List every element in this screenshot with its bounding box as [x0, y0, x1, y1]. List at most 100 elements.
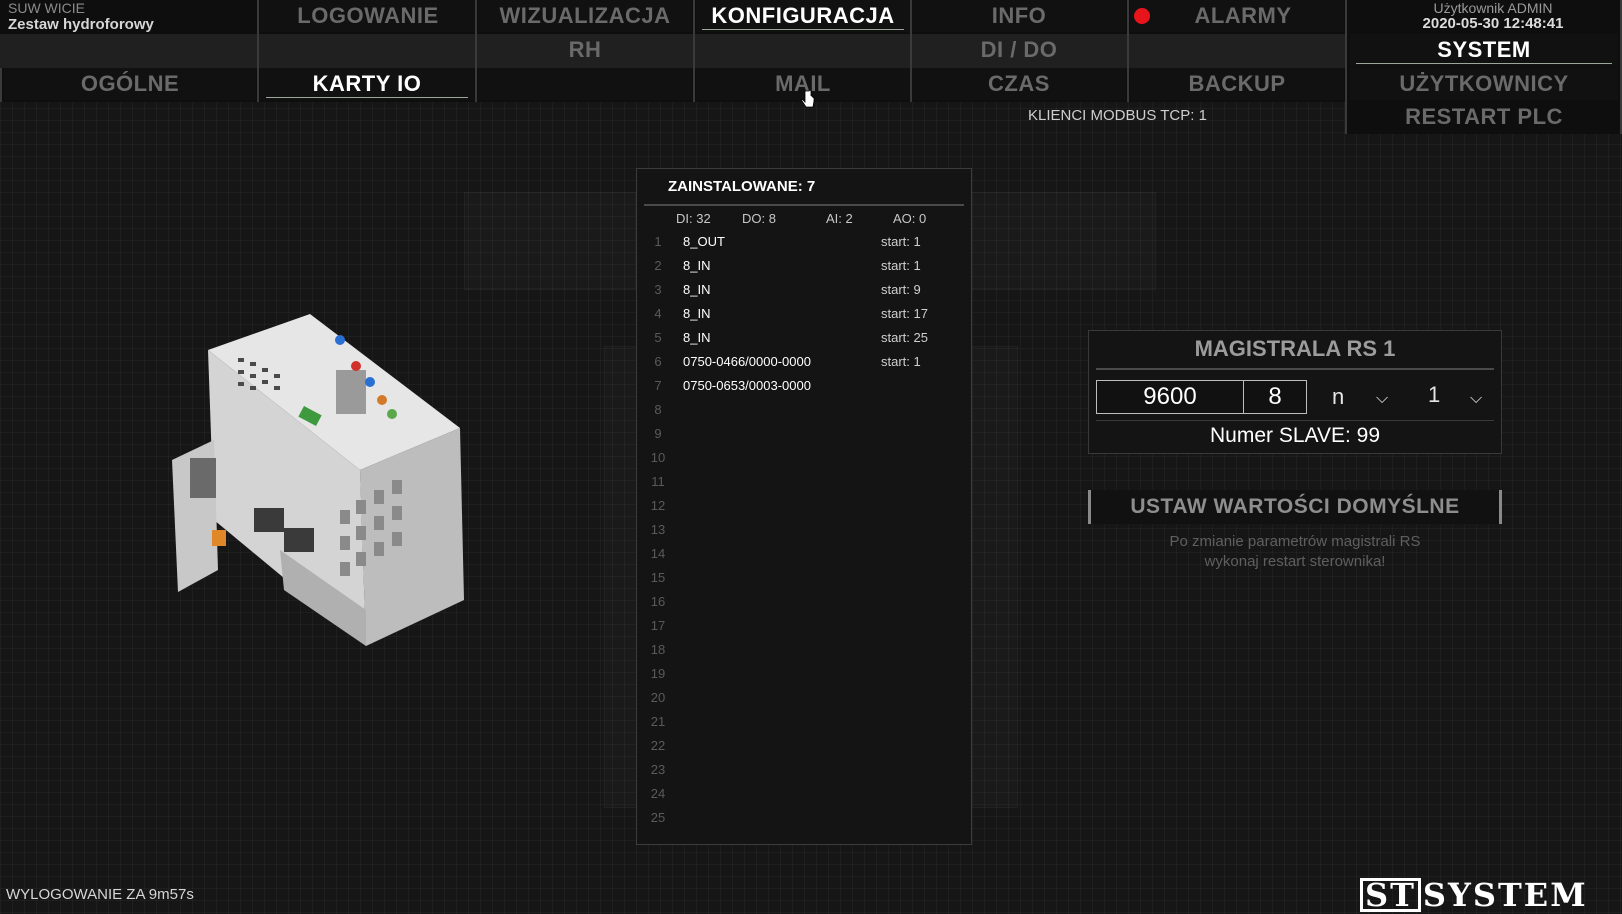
io-card-row: 7 0750-0653/0003-0000	[644, 378, 964, 402]
io-card-row: 6 0750-0466/0000-0000 start: 1	[644, 354, 964, 378]
io-card-index: 1	[654, 234, 662, 249]
divider	[644, 204, 964, 206]
io-card-row: 16	[644, 594, 964, 618]
divider	[1096, 368, 1494, 370]
io-card-row: 18	[644, 642, 964, 666]
baud-rate-field[interactable]: 9600	[1096, 380, 1244, 414]
hand-cursor-icon	[801, 90, 815, 108]
io-card-index: 2	[654, 258, 662, 273]
io-card-row: 19	[644, 666, 964, 690]
io-card-index: 21	[650, 714, 666, 729]
nav-wizualizacja[interactable]: WIZUALIZACJA	[478, 0, 692, 32]
io-card-index: 16	[650, 594, 666, 609]
io-card-name: 8_IN	[683, 258, 711, 273]
restart-note: Po zmianie parametrów magistrali RS wyko…	[1088, 532, 1502, 572]
io-card-start: start: 1	[881, 354, 921, 369]
set-defaults-button[interactable]: USTAW WARTOŚCI DOMYŚLNE	[1088, 490, 1502, 524]
io-card-index: 18	[650, 642, 666, 657]
io-card-row: 2 8_IN start: 1	[644, 258, 964, 282]
rs-bus-title: MAGISTRALA RS 1	[1194, 336, 1396, 361]
io-card-name: 0750-0466/0000-0000	[683, 354, 811, 369]
plc-controller-image	[172, 314, 464, 646]
io-card-index: 14	[650, 546, 666, 561]
divider	[1127, 0, 1129, 102]
io-card-index: 7	[654, 378, 662, 393]
divider	[257, 0, 259, 102]
nav-di-do[interactable]: DI / DO	[912, 34, 1126, 66]
io-card-name: 8_OUT	[683, 234, 725, 249]
io-card-index: 6	[654, 354, 662, 369]
nav-backup[interactable]: BACKUP	[1130, 68, 1344, 100]
io-card-start: start: 9	[881, 282, 921, 297]
io-card-name: 0750-0653/0003-0000	[683, 378, 811, 393]
io-installed-count: ZAINSTALOWANE: 7	[668, 178, 816, 195]
io-card-name: 8_IN	[683, 282, 711, 297]
logo-prefix: ST	[1360, 878, 1421, 912]
io-card-index: 4	[654, 306, 662, 321]
nav-uzytkownicy[interactable]: UŻYTKOWNICY	[1350, 68, 1618, 100]
site-name: SUW WICIE	[8, 0, 85, 16]
restart-note-line1: Po zmianie parametrów magistrali RS	[1169, 533, 1421, 550]
io-card-index: 25	[650, 810, 666, 825]
io-card-index: 11	[651, 474, 665, 489]
divider	[0, 68, 2, 102]
background-panel	[970, 192, 1156, 290]
io-card-row: 21	[644, 714, 964, 738]
io-card-index: 19	[650, 666, 666, 681]
datetime: 2020-05-30 12:48:41	[1422, 15, 1564, 32]
background-panel	[464, 192, 636, 290]
io-card-start: start: 17	[881, 306, 928, 321]
divider	[1345, 0, 1347, 134]
nav-konfiguracja[interactable]: KONFIGURACJA	[696, 0, 910, 32]
parity-select[interactable]: n	[1332, 384, 1344, 410]
io-card-index: 3	[654, 282, 662, 297]
chevron-down-icon[interactable]: ⌵	[1376, 388, 1388, 408]
nav-czas[interactable]: CZAS	[912, 68, 1126, 100]
io-card-row: 9	[644, 426, 964, 450]
logout-timer: WYLOGOWANIE ZA 9m57s	[6, 886, 194, 903]
nav-info[interactable]: INFO	[912, 0, 1126, 32]
nav-empty-slot	[478, 68, 692, 100]
data-bits-field[interactable]: 8	[1243, 380, 1307, 414]
nav-logowanie[interactable]: LOGOWANIE	[260, 0, 476, 32]
io-card-row: 14	[644, 546, 964, 570]
divider	[1096, 420, 1494, 421]
divider	[475, 0, 477, 102]
modbus-clients-status: KLIENCI MODBUS TCP: 1	[1028, 107, 1207, 124]
io-ai-count: AI: 2	[826, 211, 853, 226]
io-card-row: 11	[644, 474, 964, 498]
stop-bits-select[interactable]: 1	[1428, 382, 1440, 408]
io-card-row: 3 8_IN start: 9	[644, 282, 964, 306]
io-card-name: 8_IN	[683, 330, 711, 345]
io-card-row: 20	[644, 690, 964, 714]
chevron-down-icon[interactable]: ⌵	[1470, 388, 1482, 408]
divider	[693, 0, 695, 102]
io-card-index: 24	[650, 786, 666, 801]
nav-alarmy-label: ALARMY	[1194, 3, 1292, 28]
io-card-index: 8	[654, 402, 662, 417]
nav-restart-plc[interactable]: RESTART PLC	[1350, 102, 1618, 132]
nav-system[interactable]: SYSTEM	[1350, 34, 1618, 66]
io-do-count: DO: 8	[742, 211, 776, 226]
io-card-index: 23	[650, 762, 666, 777]
io-card-row: 4 8_IN start: 17	[644, 306, 964, 330]
io-card-row: 22	[644, 738, 964, 762]
io-card-index: 13	[650, 522, 666, 537]
io-card-start: start: 1	[881, 258, 921, 273]
io-card-row: 1 8_OUT start: 1	[644, 234, 964, 258]
nav-ogolne[interactable]: OGÓLNE	[4, 68, 256, 100]
io-card-start: start: 25	[881, 330, 928, 345]
io-card-row: 10	[644, 450, 964, 474]
io-card-row: 13	[644, 522, 964, 546]
io-card-index: 17	[650, 618, 666, 633]
io-card-row: 23	[644, 762, 964, 786]
nav-rh[interactable]: RH	[478, 34, 692, 66]
io-card-index: 22	[650, 738, 666, 753]
nav-karty-io[interactable]: KARTY IO	[260, 68, 474, 100]
io-card-row: 17	[644, 618, 964, 642]
io-card-index: 9	[654, 426, 662, 441]
restart-note-line2: wykonaj restart sterownika!	[1204, 553, 1386, 570]
nav-alarmy[interactable]: ALARMY	[1130, 0, 1344, 32]
slave-number: Numer SLAVE: 99	[1209, 424, 1381, 447]
io-card-row: 8	[644, 402, 964, 426]
